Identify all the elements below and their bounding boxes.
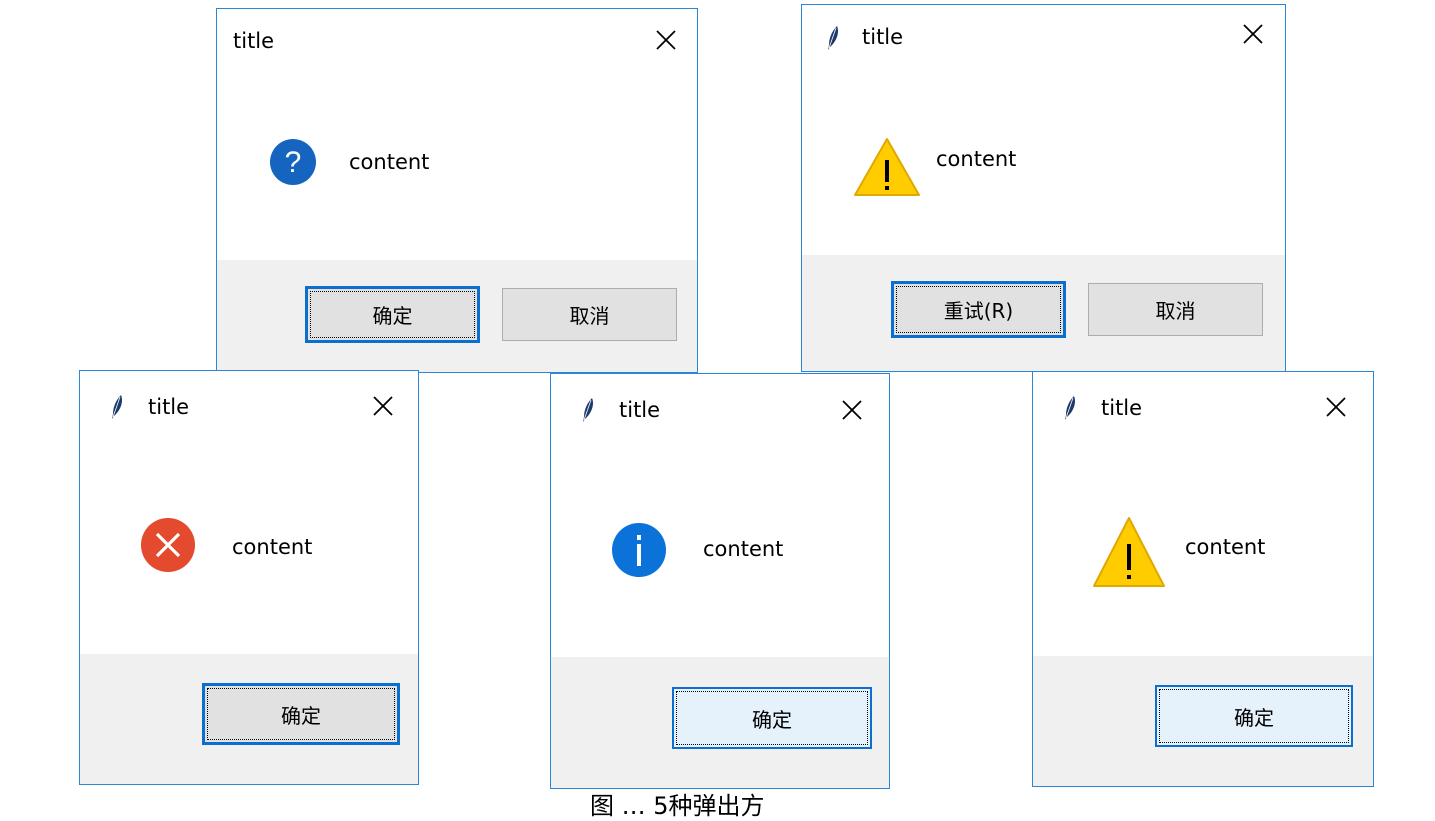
message-text: content — [232, 535, 313, 559]
close-icon[interactable] — [1242, 23, 1264, 45]
button-bar: 重试(R) 取消 — [802, 255, 1285, 371]
ok-button[interactable]: 确定 — [202, 683, 400, 745]
feather-icon — [828, 26, 839, 50]
retry-button[interactable]: 重试(R) — [891, 281, 1066, 338]
title-bar[interactable]: title — [802, 5, 1285, 65]
figure-caption: 图 … 5种弹出方 — [590, 792, 765, 820]
title-bar[interactable]: title — [217, 9, 697, 69]
dialog-error: title content 确定 — [79, 370, 419, 785]
warning-icon — [854, 138, 920, 196]
dialog-question: title ? content 确定 取消 — [216, 8, 698, 373]
dialog-info: title content 确定 — [550, 373, 890, 789]
title-bar[interactable]: title — [551, 374, 889, 434]
window-title: title — [1101, 396, 1143, 420]
window-title: title — [862, 25, 904, 49]
error-icon — [141, 518, 195, 572]
title-bar[interactable]: title — [80, 371, 418, 431]
button-bar: 确定 — [1033, 656, 1373, 786]
close-icon[interactable] — [841, 399, 863, 421]
ok-button[interactable]: 确定 — [672, 687, 872, 749]
close-icon[interactable] — [372, 395, 394, 417]
button-bar: 确定 — [551, 657, 889, 788]
close-icon[interactable] — [655, 29, 677, 51]
ok-button[interactable]: 确定 — [305, 286, 480, 343]
message-text: content — [936, 147, 1017, 171]
feather-icon — [112, 395, 123, 419]
button-bar: 确定 — [80, 654, 418, 784]
title-bar[interactable]: title — [1033, 372, 1373, 432]
feather-icon — [1065, 396, 1076, 420]
message-text: content — [1185, 535, 1266, 559]
question-icon: ? — [270, 139, 316, 185]
message-text: content — [703, 537, 784, 561]
cancel-button[interactable]: 取消 — [502, 288, 677, 341]
window-title: title — [619, 398, 661, 422]
close-icon[interactable] — [1325, 396, 1347, 418]
button-bar: 确定 取消 — [217, 260, 697, 372]
window-title: title — [233, 29, 275, 53]
info-icon — [612, 523, 666, 577]
feather-icon — [583, 398, 594, 422]
dialog-retry-warning: title content 重试(R) 取消 — [801, 4, 1286, 372]
dialog-warning: title content 确定 — [1032, 371, 1374, 787]
warning-icon — [1093, 517, 1165, 587]
cancel-button[interactable]: 取消 — [1088, 283, 1263, 336]
window-title: title — [148, 395, 190, 419]
ok-button[interactable]: 确定 — [1155, 685, 1353, 747]
svg-text:?: ? — [285, 146, 302, 179]
message-text: content — [349, 150, 430, 174]
